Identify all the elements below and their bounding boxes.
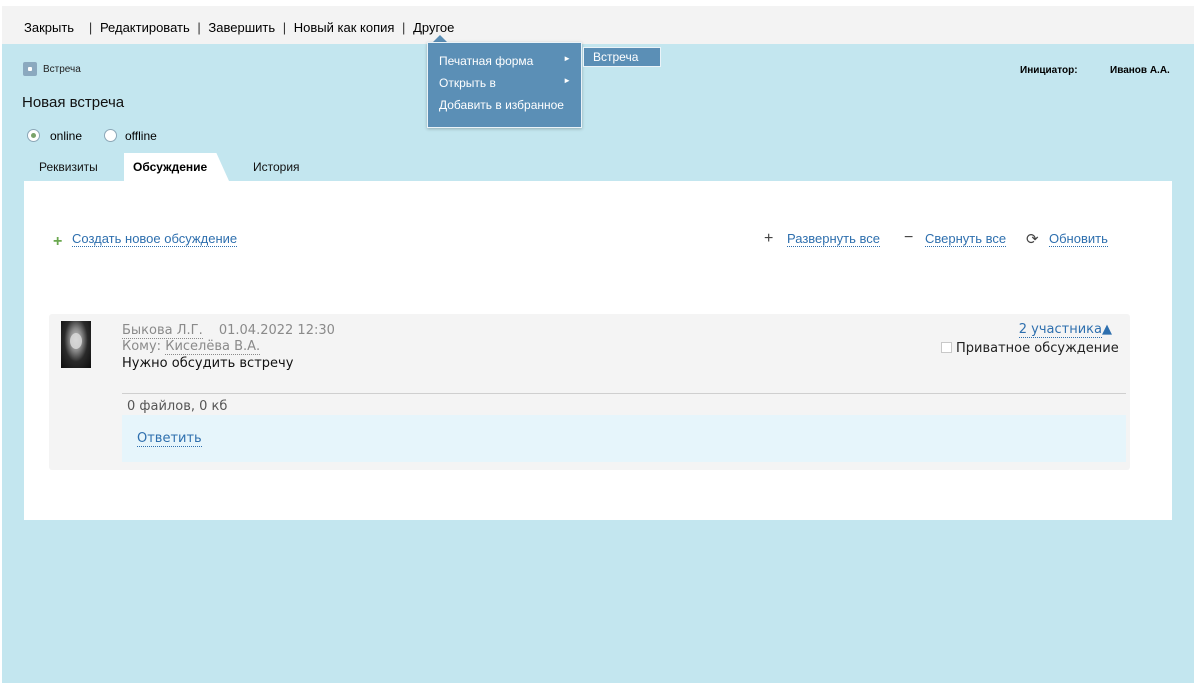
reply-bar: [122, 415, 1126, 462]
refresh-link[interactable]: Обновить: [1049, 231, 1108, 247]
radio-offline[interactable]: [104, 129, 117, 142]
menu-edit[interactable]: Редактировать: [100, 20, 190, 35]
submenu-arrow-icon: ►: [563, 76, 571, 85]
discussion-datetime: 01.04.2022 12:30: [218, 323, 335, 338]
dropdown-item-open-in[interactable]: Открыть в ►: [439, 76, 579, 90]
files-summary: 0 файлов, 0 кб: [127, 399, 228, 414]
menu-other[interactable]: Другое: [413, 20, 454, 35]
recipient-label: Кому:: [122, 339, 162, 354]
refresh-icon: ⟳: [1026, 231, 1039, 248]
document-type-label: Встреча: [43, 64, 81, 75]
radio-online-label[interactable]: online: [50, 129, 82, 143]
discussion-author-line: Быкова Л.Г. 01.04.2022 12:30: [122, 323, 335, 339]
menu-separator: |: [197, 20, 201, 35]
radio-offline-label[interactable]: offline: [125, 129, 157, 143]
initiator-label: Инициатор:: [1020, 65, 1078, 76]
tab-history[interactable]: История: [253, 160, 300, 174]
expand-icon: +: [764, 230, 774, 247]
discussion-message: Нужно обсудить встречу: [122, 356, 294, 371]
author-link[interactable]: Быкова Л.Г.: [122, 323, 203, 339]
main-menu: Закрыть | Редактировать | Завершить | Но…: [24, 20, 454, 35]
plus-icon: +: [53, 233, 63, 250]
collapse-all-link[interactable]: Свернуть все: [925, 231, 1007, 247]
menu-close[interactable]: Закрыть: [24, 20, 74, 35]
menu-new-copy[interactable]: Новый как копия: [294, 20, 395, 35]
private-discussion: Приватное обсуждение: [941, 341, 1119, 356]
dropdown-item-add-favorites[interactable]: Добавить в избранное: [439, 98, 564, 112]
document-type-icon: [23, 62, 37, 76]
discussion-recipient-line: Кому: Киселёва В.А.: [122, 339, 261, 355]
triangle-up-icon: ▲: [1102, 322, 1112, 337]
dropdown-item-print-form[interactable]: Печатная форма ►: [439, 54, 579, 68]
initiator-value: Иванов А.А.: [1110, 65, 1170, 76]
menu-separator: |: [402, 20, 406, 35]
card-divider: [122, 393, 1126, 394]
radio-online[interactable]: [27, 129, 40, 142]
avatar: [61, 321, 91, 368]
private-checkbox[interactable]: [941, 342, 952, 353]
create-discussion-link[interactable]: Создать новое обсуждение: [72, 231, 238, 247]
other-dropdown-menu: Печатная форма ► Открыть в ► Добавить в …: [427, 42, 582, 128]
menu-finish[interactable]: Завершить: [208, 20, 275, 35]
tab-requisites[interactable]: Реквизиты: [39, 160, 98, 174]
collapse-icon: −: [904, 229, 914, 246]
tab-discussion[interactable]: Обсуждение: [133, 160, 207, 174]
submenu-arrow-icon: ►: [563, 54, 571, 63]
participants-toggle[interactable]: 2 участника▲: [1018, 322, 1112, 338]
private-label: Приватное обсуждение: [956, 341, 1119, 356]
dropdown-caret: [433, 35, 447, 42]
reply-link[interactable]: Ответить: [137, 431, 202, 447]
menu-separator: |: [81, 20, 93, 35]
page-title: Новая встреча: [22, 94, 125, 111]
top-menu-bar: Закрыть | Редактировать | Завершить | Но…: [2, 6, 1194, 44]
recipient-link[interactable]: Киселёва В.А.: [165, 339, 261, 355]
submenu-item-meeting[interactable]: Встреча: [583, 47, 661, 67]
participants-link[interactable]: 2 участника: [1018, 322, 1102, 338]
menu-separator: |: [282, 20, 287, 35]
expand-all-link[interactable]: Развернуть все: [787, 231, 881, 247]
